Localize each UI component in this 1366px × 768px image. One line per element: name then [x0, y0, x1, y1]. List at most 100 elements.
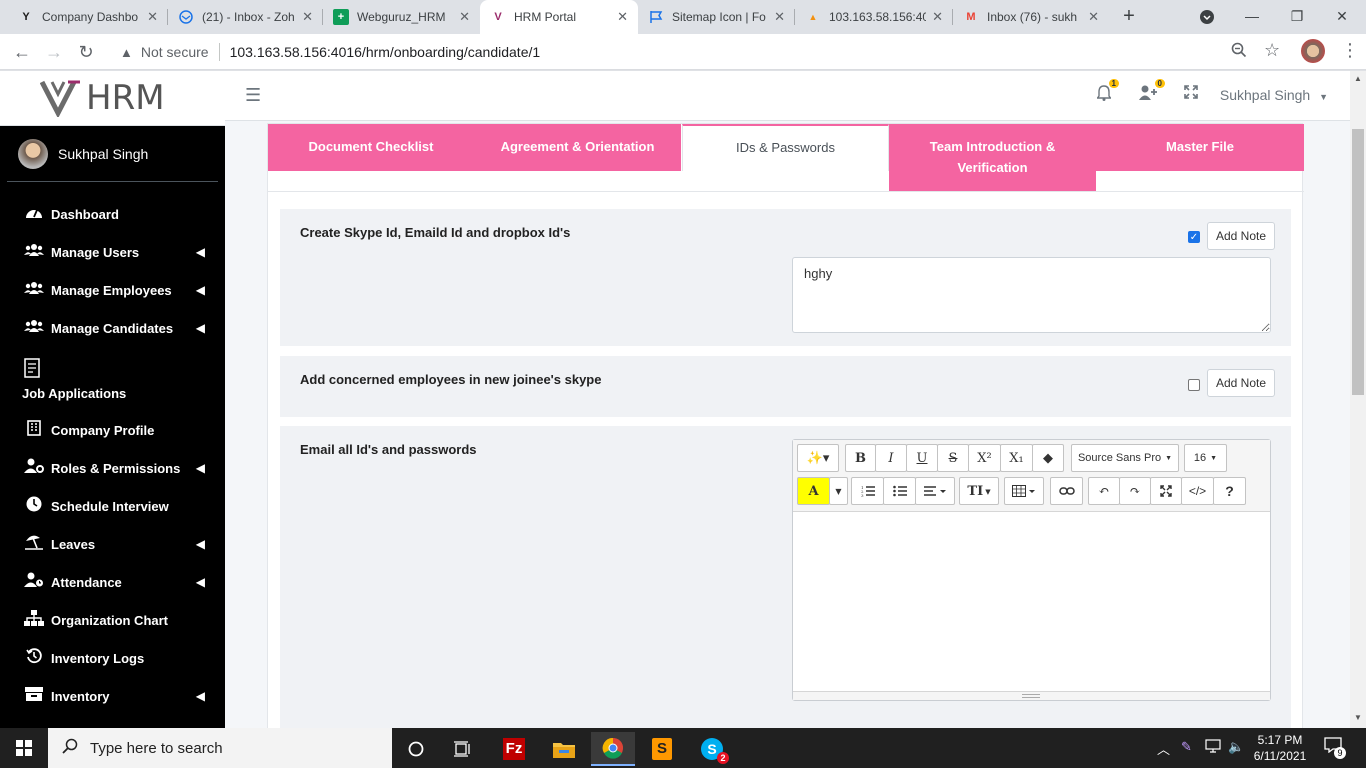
tab-team-introduction-verification[interactable]: Team Introduction & Verification: [889, 124, 1096, 191]
sidebar-item-organization-chart[interactable]: Organization Chart: [0, 601, 225, 639]
close-icon[interactable]: ✕: [302, 9, 313, 25]
tab-search-button[interactable]: [1185, 0, 1229, 34]
task-checkbox[interactable]: ✓: [1188, 231, 1200, 243]
tab-document-checklist[interactable]: Document Checklist: [268, 124, 474, 171]
windows-start-button[interactable]: [0, 728, 48, 768]
underline-icon[interactable]: U: [906, 444, 938, 472]
chrome-icon[interactable]: [591, 732, 635, 766]
close-icon[interactable]: ✕: [147, 9, 158, 25]
sidebar-item-inventory[interactable]: Inventory ◀: [0, 677, 225, 715]
task-checkbox[interactable]: [1188, 379, 1200, 391]
scroll-down-icon[interactable]: ▼: [1354, 713, 1362, 722]
address-bar[interactable]: ▲ Not secure 103.163.58.156:4016/hrm/onb…: [108, 38, 1288, 66]
user-dropdown[interactable]: Sukhpal Singh ▼: [1220, 87, 1328, 103]
editor-content-area[interactable]: [793, 513, 1270, 691]
bookmark-star-icon[interactable]: ☆: [1264, 40, 1280, 61]
skype-icon[interactable]: S 2: [690, 732, 734, 766]
profile-avatar-icon[interactable]: [1301, 39, 1325, 63]
link-icon[interactable]: [1050, 477, 1083, 505]
subscript-icon[interactable]: X₁: [1000, 444, 1033, 472]
tab-master-file[interactable]: Master File: [1096, 124, 1304, 171]
notification-bell-icon[interactable]: 1: [1096, 79, 1119, 106]
sidebar-item-inventory-logs[interactable]: Inventory Logs: [0, 639, 225, 677]
taskbar-search-box[interactable]: Type here to search: [48, 728, 392, 768]
font-color-dropdown-icon[interactable]: ▼: [829, 477, 848, 505]
forward-arrow-icon[interactable]: →: [42, 40, 66, 64]
code-view-icon[interactable]: </>: [1181, 477, 1214, 505]
chevron-up-icon[interactable]: ︿: [1157, 739, 1170, 758]
sidebar-item-manage-users[interactable]: Manage Users ◀: [0, 233, 225, 271]
cortana-icon[interactable]: [394, 732, 438, 766]
new-tab-button[interactable]: +: [1118, 5, 1140, 27]
minimize-button[interactable]: —: [1230, 0, 1274, 34]
italic-icon[interactable]: I: [875, 444, 907, 472]
add-note-button[interactable]: Add Note: [1207, 222, 1276, 250]
editor-resize-handle[interactable]: [793, 691, 1270, 700]
file-explorer-icon[interactable]: [542, 732, 586, 766]
task-view-icon[interactable]: [441, 732, 485, 766]
volume-icon[interactable]: 🔈: [1228, 739, 1244, 755]
scroll-up-icon[interactable]: ▲: [1354, 74, 1362, 83]
superscript-icon[interactable]: X²: [968, 444, 1001, 472]
notification-center-icon[interactable]: 9: [1324, 737, 1346, 759]
taskbar-clock[interactable]: 5:17 PM 6/11/2021: [1250, 732, 1310, 764]
maximize-button[interactable]: ❐: [1275, 0, 1319, 34]
tab-agreement-orientation[interactable]: Agreement & Orientation: [474, 124, 681, 171]
browser-tab-phpmyadmin[interactable]: ▲ 103.163.58.156:40 ✕: [795, 0, 953, 34]
hamburger-menu-icon[interactable]: ☰: [245, 85, 261, 106]
bold-icon[interactable]: B: [845, 444, 876, 472]
browser-tab-zoho-inbox[interactable]: (21) - Inbox - Zoh ✕: [168, 0, 323, 34]
browser-tab-sitemap-icon[interactable]: Sitemap Icon | Fo ✕: [638, 0, 795, 34]
close-window-button[interactable]: ✕: [1320, 0, 1364, 34]
font-family-select[interactable]: Source Sans Pro ▼: [1071, 444, 1179, 472]
network-icon[interactable]: [1205, 739, 1221, 756]
close-icon[interactable]: ✕: [617, 9, 628, 25]
tab-ids-passwords[interactable]: IDs & Passwords: [682, 124, 889, 171]
unordered-list-icon[interactable]: [883, 477, 916, 505]
font-color-icon[interactable]: A: [797, 477, 830, 505]
browser-tab-company-dashboard[interactable]: Y Company Dashbo ✕: [8, 0, 168, 34]
close-icon[interactable]: ✕: [932, 9, 943, 25]
sidebar-item-leaves[interactable]: Leaves ◀: [0, 525, 225, 563]
sidebar-user-panel[interactable]: Sukhpal Singh: [7, 126, 218, 182]
browser-tab-gmail-inbox[interactable]: M Inbox (76) - sukh ✕: [953, 0, 1109, 34]
reload-icon[interactable]: ↻: [74, 40, 98, 64]
sublime-text-icon[interactable]: S: [640, 732, 684, 766]
vertical-scrollbar[interactable]: ▲ ▼: [1350, 71, 1366, 728]
url-text[interactable]: 103.163.58.156:4016/hrm/onboarding/candi…: [230, 44, 541, 60]
fullscreen-expand-icon[interactable]: [1184, 85, 1198, 104]
user-plus-icon[interactable]: 0: [1139, 79, 1165, 106]
sidebar-item-roles-permissions[interactable]: Roles & Permissions ◀: [0, 449, 225, 487]
ordered-list-icon[interactable]: 123: [851, 477, 884, 505]
add-note-button[interactable]: Add Note: [1207, 369, 1276, 397]
pen-icon[interactable]: ✎: [1181, 739, 1192, 755]
font-size-select[interactable]: 16 ▼: [1184, 444, 1227, 472]
zoom-icon[interactable]: [1231, 42, 1247, 63]
fullscreen-icon[interactable]: [1150, 477, 1182, 505]
sidebar-item-company-profile[interactable]: Company Profile: [0, 411, 225, 449]
scrollbar-thumb[interactable]: [1352, 129, 1364, 395]
note-textarea[interactable]: hghy: [792, 257, 1271, 333]
align-icon[interactable]: [915, 477, 955, 505]
menu-kebab-icon[interactable]: ⋮: [1341, 40, 1359, 61]
table-icon[interactable]: [1004, 477, 1044, 505]
magic-icon[interactable]: ✨▾: [797, 444, 839, 472]
sidebar-item-manage-candidates[interactable]: Manage Candidates ◀: [0, 309, 225, 347]
help-icon[interactable]: ?: [1213, 477, 1246, 505]
eraser-icon[interactable]: ◆: [1032, 444, 1064, 472]
close-icon[interactable]: ✕: [1088, 9, 1099, 25]
sidebar-item-manage-employees[interactable]: Manage Employees ◀: [0, 271, 225, 309]
close-icon[interactable]: ✕: [459, 9, 470, 25]
close-icon[interactable]: ✕: [774, 9, 785, 25]
browser-tab-hrm-portal[interactable]: V HRM Portal ✕: [480, 0, 638, 34]
brand-logo[interactable]: HRM: [0, 71, 225, 126]
sidebar-item-attendance[interactable]: Attendance ◀: [0, 563, 225, 601]
browser-tab-webguruz-hrm[interactable]: + Webguruz_HRM ✕: [323, 0, 480, 34]
sidebar-item-job-applications[interactable]: Job Applications: [0, 347, 225, 411]
sidebar-item-dashboard[interactable]: Dashboard: [0, 195, 225, 233]
back-arrow-icon[interactable]: ←: [10, 40, 34, 64]
redo-icon[interactable]: ↷: [1119, 477, 1151, 505]
undo-icon[interactable]: ↶: [1088, 477, 1120, 505]
filezilla-icon[interactable]: Fz: [492, 732, 536, 766]
strikethrough-icon[interactable]: S: [937, 444, 969, 472]
